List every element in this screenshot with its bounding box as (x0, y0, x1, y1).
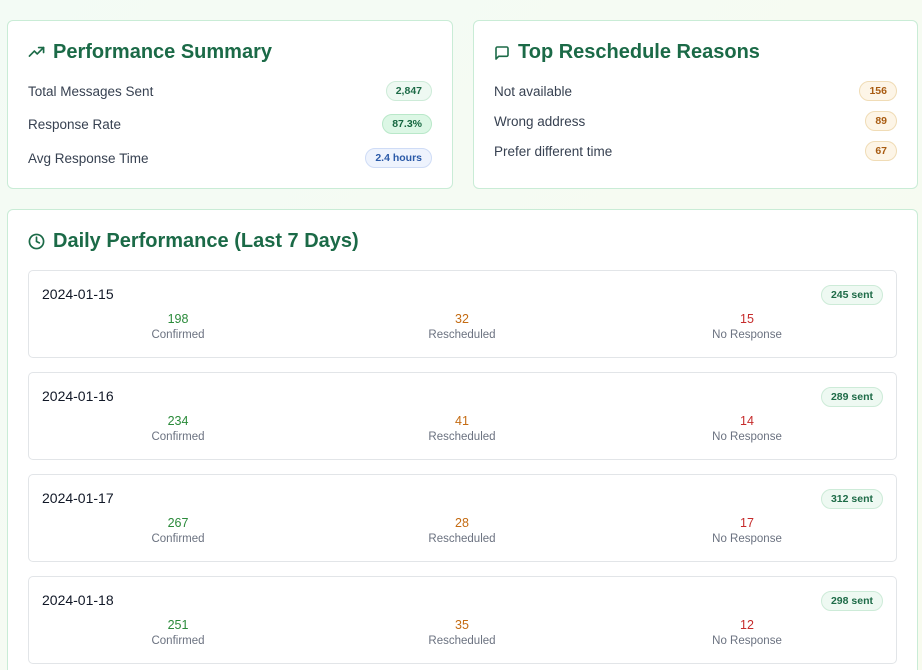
reason-row-prefer-different-time: Prefer different time 67 (494, 141, 897, 161)
confirmed-label: Confirmed (151, 533, 205, 545)
message-square-icon (495, 45, 509, 60)
no-response-label: No Response (712, 635, 782, 647)
reschedule-reasons-title-text: Top Reschedule Reasons (518, 41, 760, 63)
rescheduled-label: Rescheduled (428, 329, 496, 341)
reason-label: Prefer different time (494, 143, 613, 159)
confirmed-stat: 251 Confirmed (78, 617, 278, 649)
confirmed-value: 251 (167, 618, 189, 632)
daily-performance-title: Daily Performance (Last 7 Days) (28, 230, 359, 253)
confirmed-stat: 267 Confirmed (78, 515, 278, 547)
rescheduled-value: 32 (455, 312, 469, 326)
no-response-stat: 15 No Response (647, 311, 847, 343)
rescheduled-stat: 32 Rescheduled (362, 311, 562, 343)
day-row-2024-01-17: 2024-01-17 312 sent 267 Confirmed 28 Res… (28, 474, 897, 562)
reason-row-wrong-address: Wrong address 89 (494, 111, 897, 131)
day-date: 2024-01-18 (42, 592, 114, 608)
summary-row-avg-response-time: Avg Response Time 2.4 hours (28, 148, 432, 168)
reschedule-reasons-card: Top Reschedule Reasons Not available 156… (473, 20, 918, 189)
day-date: 2024-01-17 (42, 490, 114, 506)
no-response-label: No Response (712, 329, 782, 341)
day-date: 2024-01-16 (42, 388, 114, 404)
no-response-value: 17 (740, 516, 754, 530)
confirmed-label: Confirmed (151, 635, 205, 647)
day-row-2024-01-15: 2024-01-15 245 sent 198 Confirmed 32 Res… (28, 270, 897, 358)
daily-performance-card: Daily Performance (Last 7 Days) 2024-01-… (7, 209, 918, 670)
rescheduled-value: 41 (455, 414, 469, 428)
no-response-value: 14 (740, 414, 754, 428)
confirmed-value: 267 (167, 516, 189, 530)
rescheduled-stat: 35 Rescheduled (362, 617, 562, 649)
no-response-stat: 12 No Response (647, 617, 847, 649)
summary-value-badge: 2.4 hours (365, 148, 432, 168)
day-row-2024-01-18: 2024-01-18 298 sent 251 Confirmed 35 Res… (28, 576, 897, 664)
daily-performance-title-text: Daily Performance (Last 7 Days) (53, 230, 359, 252)
clock-icon (28, 233, 45, 250)
day-date: 2024-01-15 (42, 286, 114, 302)
performance-summary-card: Performance Summary Total Messages Sent … (7, 20, 453, 189)
summary-row-total-messages: Total Messages Sent 2,847 (28, 81, 432, 101)
reason-count-badge: 89 (865, 111, 897, 131)
summary-row-response-rate: Response Rate 87.3% (28, 114, 432, 134)
sent-count-badge: 298 sent (820, 591, 883, 611)
no-response-stat: 17 No Response (647, 515, 847, 547)
sent-count-badge: 312 sent (820, 489, 883, 509)
rescheduled-label: Rescheduled (428, 533, 496, 545)
rescheduled-stat: 41 Rescheduled (362, 413, 562, 445)
summary-value-badge: 87.3% (382, 114, 432, 134)
no-response-label: No Response (712, 431, 782, 443)
confirmed-label: Confirmed (151, 329, 205, 341)
reason-label: Wrong address (494, 113, 586, 129)
no-response-label: No Response (712, 533, 782, 545)
rescheduled-stat: 28 Rescheduled (362, 515, 562, 547)
performance-summary-title-text: Performance Summary (53, 41, 272, 63)
no-response-value: 12 (740, 618, 754, 632)
reschedule-reasons-title: Top Reschedule Reasons (494, 41, 760, 64)
summary-row-label: Avg Response Time (28, 150, 149, 166)
reason-count-badge: 156 (859, 81, 897, 101)
no-response-value: 15 (740, 312, 754, 326)
confirmed-stat: 198 Confirmed (78, 311, 278, 343)
summary-row-label: Total Messages Sent (28, 83, 154, 99)
day-row-2024-01-16: 2024-01-16 289 sent 234 Confirmed 41 Res… (28, 372, 897, 460)
reason-count-badge: 67 (865, 141, 897, 161)
sent-count-badge: 245 sent (820, 285, 883, 305)
confirmed-stat: 234 Confirmed (78, 413, 278, 445)
sent-count-badge: 289 sent (820, 387, 883, 407)
confirmed-label: Confirmed (151, 431, 205, 443)
confirmed-value: 234 (167, 414, 189, 428)
rescheduled-value: 35 (455, 618, 469, 632)
rescheduled-label: Rescheduled (428, 431, 496, 443)
rescheduled-value: 28 (455, 516, 469, 530)
summary-row-label: Response Rate (28, 116, 122, 132)
trending-up-icon (28, 46, 45, 57)
confirmed-value: 198 (167, 312, 189, 326)
reason-row-not-available: Not available 156 (494, 81, 897, 101)
summary-value-badge: 2,847 (385, 81, 432, 101)
rescheduled-label: Rescheduled (428, 635, 496, 647)
reason-label: Not available (494, 83, 573, 99)
performance-summary-title: Performance Summary (28, 41, 272, 64)
no-response-stat: 14 No Response (647, 413, 847, 445)
